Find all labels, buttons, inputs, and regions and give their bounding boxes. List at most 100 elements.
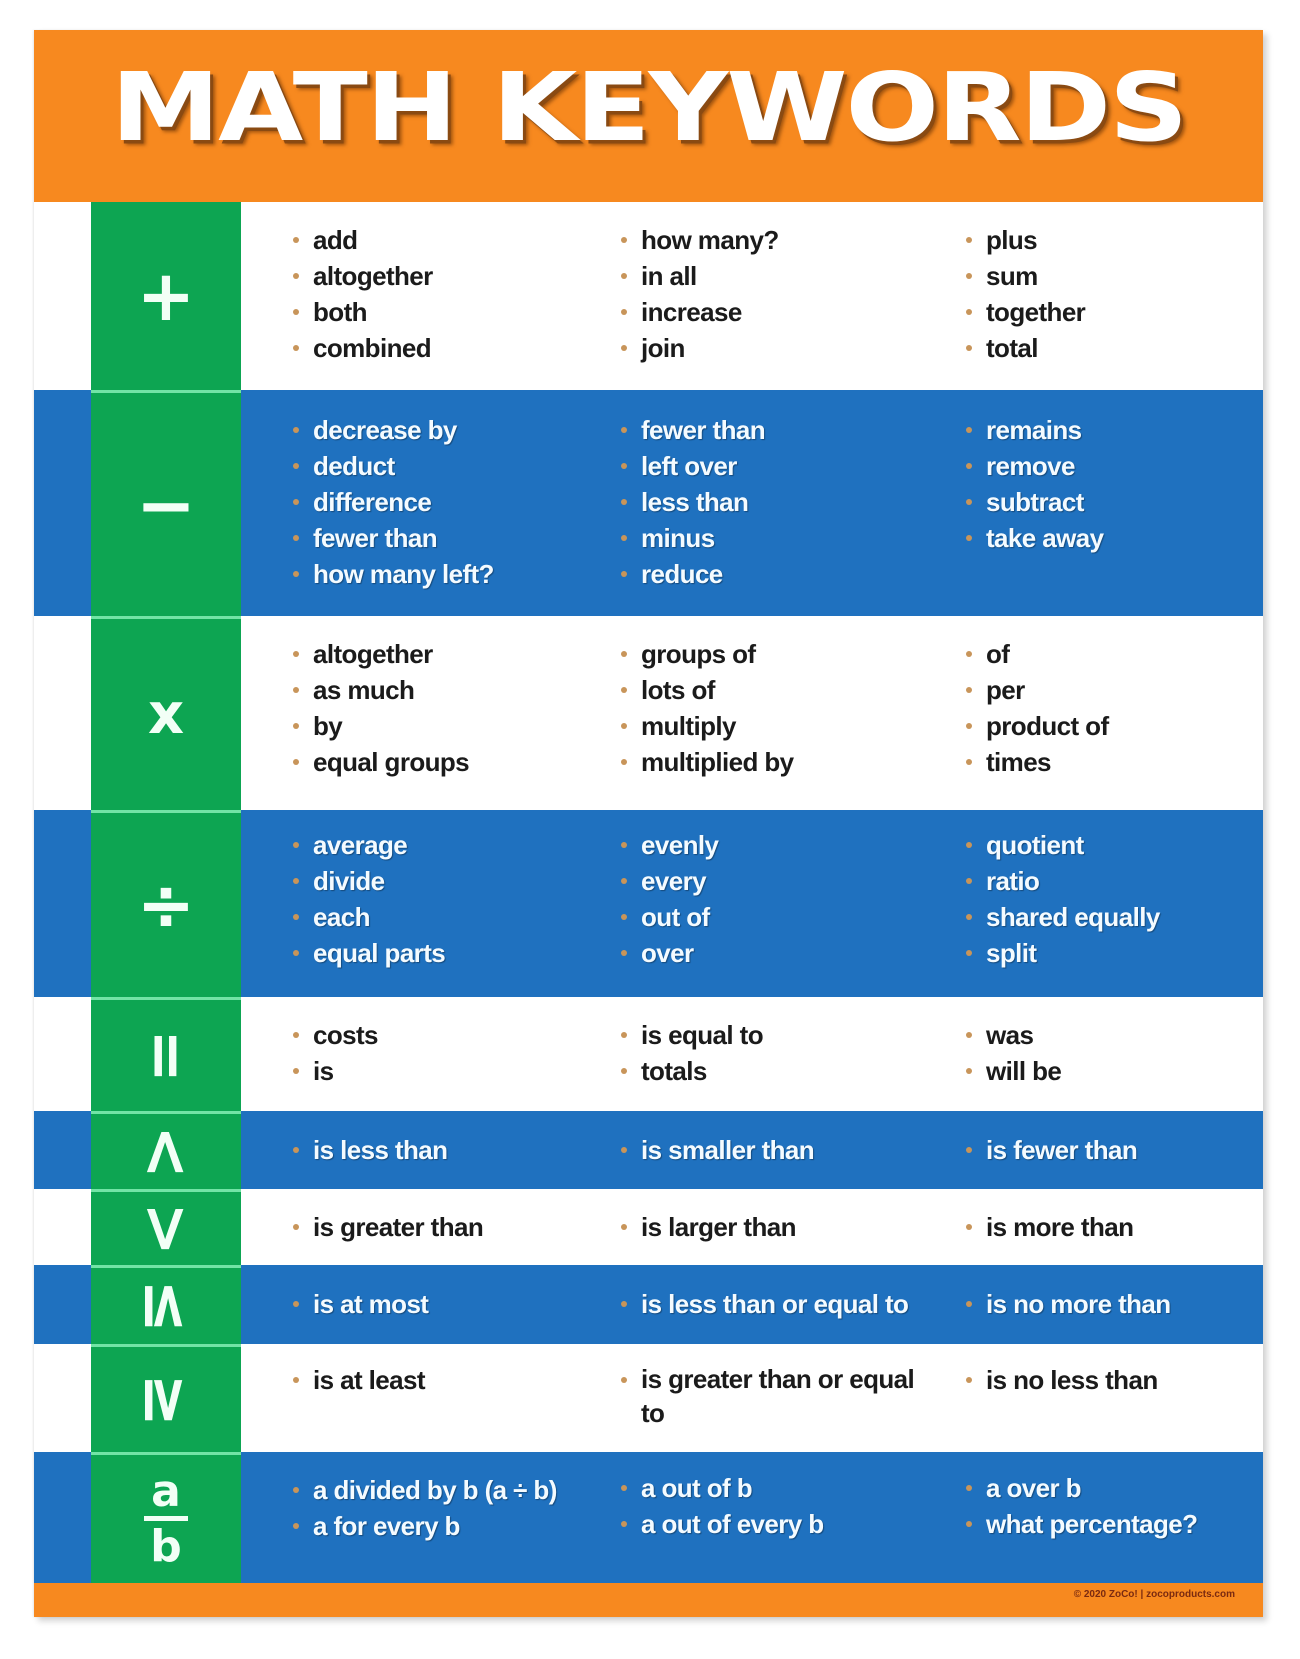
keyword: multiplied by [621, 744, 794, 780]
keyword: by [293, 708, 469, 744]
keyword-column-3: remains remove subtract take away [966, 412, 1104, 556]
keyword-column-3: was will be [966, 1017, 1062, 1089]
keyword: totals [621, 1053, 763, 1089]
keyword: deduct [293, 448, 494, 484]
keyword: plus [966, 222, 1085, 258]
divide-icon: ÷ [136, 864, 196, 946]
row-greater-than-or-equal: ≥ is at least is greater than or equal t… [34, 1344, 1263, 1452]
keyword: costs [293, 1017, 379, 1053]
keyword-column-2: a out of b a out of every b [621, 1470, 824, 1542]
keyword: total [966, 330, 1085, 366]
keyword-column-2: fewer than left over less than minus red… [621, 412, 766, 592]
keyword: what percentage? [966, 1506, 1198, 1542]
less-than-or-equal-icon: ≤ [129, 1279, 203, 1333]
greater-than-or-equal-icon: ≥ [129, 1372, 203, 1427]
keyword-column-2: is less than or equal to [621, 1286, 909, 1322]
keyword: each [293, 899, 445, 935]
symbol-cell-subtraction: − [91, 390, 241, 616]
keyword-column-2: groups of lots of multiply multiplied by [621, 636, 794, 780]
keyword: per [966, 672, 1109, 708]
keyword: will be [966, 1053, 1062, 1089]
keyword: subtract [966, 484, 1103, 520]
keyword-column-3: quotient ratio shared equally split [966, 827, 1160, 971]
keyword: is less than [293, 1132, 448, 1168]
keyword: is at most [293, 1286, 429, 1322]
fraction-denominator: b [150, 1520, 182, 1572]
keyword: multiply [621, 708, 794, 744]
keyword: less than [621, 484, 765, 520]
keyword-column-1: a divided by b (a ÷ b) a for every b [293, 1472, 557, 1544]
keyword-column-2: is larger than [621, 1209, 796, 1245]
symbol-cell-greater-than: > [91, 1189, 241, 1265]
keyword: join [621, 330, 779, 366]
math-keywords-poster: MATH KEYWORDS + add altogether both comb… [34, 30, 1263, 1617]
keyword: out of [621, 899, 718, 935]
keyword-column-3: is no less than [966, 1362, 1158, 1398]
row-addition: + add altogether both combined how many?… [34, 202, 1263, 390]
keyword: altogether [293, 258, 433, 294]
keyword: equal parts [293, 935, 446, 971]
symbol-cell-equals: = [91, 997, 241, 1111]
symbol-cell-greater-than-or-equal: ≥ [91, 1344, 241, 1452]
keyword: was [966, 1017, 1061, 1053]
keyword: is no more than [966, 1286, 1171, 1322]
keyword: together [966, 294, 1086, 330]
keyword: decrease by [293, 412, 494, 448]
symbol-cell-less-than: < [91, 1111, 241, 1189]
keyword: fewer than [621, 412, 766, 448]
keyword-column-3: a over b what percentage? [966, 1470, 1198, 1542]
keyword: of [966, 636, 1109, 672]
keyword-column-2: how many? in all increase join [621, 222, 779, 366]
keyword-column-1: add altogether both combined [293, 222, 433, 366]
keyword-column-1: is at most [293, 1286, 429, 1322]
keyword-column-3: is no more than [966, 1286, 1171, 1322]
keyword-column-2: is greater than or equal to [621, 1362, 931, 1430]
keyword: is equal to [621, 1017, 764, 1053]
keyword: is fewer than [966, 1132, 1138, 1168]
keyword: over [621, 935, 718, 971]
keyword-column-1: is at least [293, 1362, 426, 1398]
keyword-column-3: is fewer than [966, 1132, 1138, 1168]
keyword-column-3: plus sum together total [966, 222, 1086, 366]
keyword: a divided by b (a ÷ b) [293, 1472, 557, 1508]
keyword: as much [293, 672, 469, 708]
row-less-than-or-equal: ≤ is at most is less than or equal to is… [34, 1265, 1263, 1344]
keyword-column-2: evenly every out of over [621, 827, 719, 971]
fraction-icon: a b [144, 1469, 188, 1572]
symbol-cell-addition: + [91, 202, 241, 390]
keyword: is more than [966, 1209, 1134, 1245]
keyword: both [293, 294, 433, 330]
keyword: is smaller than [621, 1132, 815, 1168]
row-equals: = costs is is equal to totals was will b… [34, 997, 1263, 1111]
poster-title: MATH KEYWORDS [110, 52, 1189, 163]
keyword: a out of every b [621, 1506, 824, 1542]
keyword: left over [621, 448, 765, 484]
keyword: is at least [293, 1362, 426, 1398]
keyword: evenly [621, 827, 719, 863]
keyword-column-1: is less than [293, 1132, 448, 1168]
keyword: reduce [621, 556, 765, 592]
symbol-cell-fraction: a b [91, 1452, 241, 1583]
keyword-column-1: costs is [293, 1017, 379, 1089]
keyword: every [621, 863, 718, 899]
header-banner: MATH KEYWORDS [34, 30, 1263, 202]
keyword: a for every b [293, 1508, 557, 1544]
keyword: altogether [293, 636, 469, 672]
keyword: is larger than [621, 1209, 796, 1245]
keyword: times [966, 744, 1109, 780]
keyword: is greater than or equal to [621, 1362, 931, 1430]
row-less-than: < is less than is smaller than is fewer … [34, 1111, 1263, 1189]
keyword: a over b [966, 1470, 1197, 1506]
keyword: remains [966, 412, 1103, 448]
less-than-icon: < [129, 1124, 203, 1179]
keyword: shared equally [966, 899, 1160, 935]
keyword: groups of [621, 636, 794, 672]
keyword: a out of b [621, 1470, 824, 1506]
equals-icon: = [129, 1028, 203, 1083]
keyword: is greater than [293, 1209, 484, 1245]
keyword: lots of [621, 672, 794, 708]
symbol-cell-multiplication: x [91, 616, 241, 810]
keyword-column-2: is equal to totals [621, 1017, 764, 1089]
keyword: is no less than [966, 1362, 1158, 1398]
keyword: ratio [966, 863, 1160, 899]
